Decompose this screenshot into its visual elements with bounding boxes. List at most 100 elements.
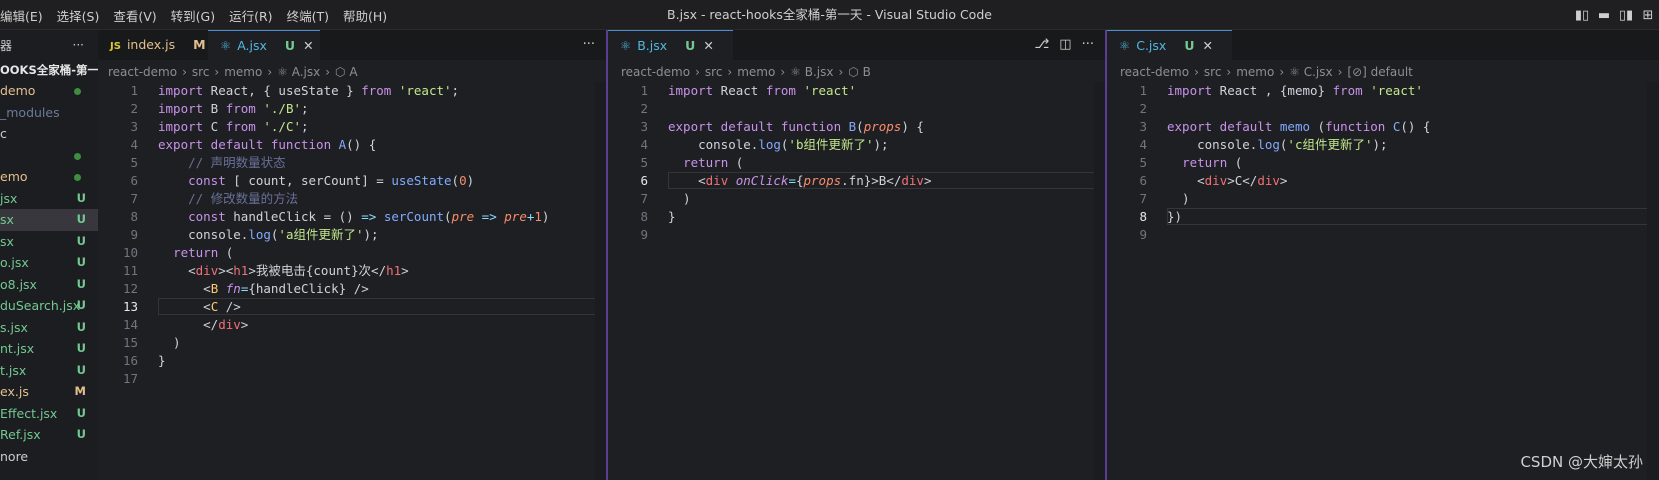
tab-label: B.jsx [637,38,668,53]
code-line: console.log('c组件更新了'); [1167,137,1388,152]
breadcrumb-item[interactable]: [⊘] default [1347,65,1412,79]
chevron-right-icon: › [695,65,700,79]
menu-item[interactable]: 转到(G) [171,6,215,25]
breadcrumb-item[interactable]: memo [1236,65,1274,79]
tree-item[interactable]: o8.jsx U [0,274,98,296]
code-line: <div><h1>我被电击{count}次</h1> [158,263,409,278]
more-actions-icon[interactable]: ··· [1082,37,1094,52]
menu-item[interactable]: 选择(S) [57,6,100,25]
breadcrumb-item[interactable]: ⬡ B [848,65,871,79]
file-tree: demo _modules c emo jsx Usx Usx Uo.jsx Uo8.jsx Ud… [0,80,98,467]
breadcrumb-item[interactable]: src [192,65,210,79]
tree-item-label: nore [0,448,29,464]
tree-item[interactable]: sx U [0,209,98,231]
tab-label: C.jsx [1136,38,1167,53]
tree-item-label: _modules [0,104,60,120]
git-status-badge: U [76,276,86,291]
breadcrumb-item[interactable]: react-demo [621,65,690,79]
editor-actions: ⎇ ◫ ··· [1024,30,1094,60]
tree-item-label: c [0,126,7,141]
close-icon[interactable]: ✕ [303,38,313,53]
project-root[interactable]: OOKS全家桶-第一天 [0,60,98,80]
line-number: 9 [130,227,138,242]
line-number: 10 [122,245,138,260]
code-line: ) [158,335,181,350]
vertical-scrollbar[interactable] [1647,82,1659,480]
tree-item[interactable]: t.jsx U [0,360,98,382]
tree-item[interactable]: duSearch.jsx U [0,295,98,317]
line-number: 5 [130,155,138,170]
git-status-badge: U [76,298,86,312]
line-number: 11 [122,263,138,278]
breadcrumb-item[interactable]: memo [224,65,262,79]
breadcrumb-item[interactable]: react-demo [108,65,177,79]
breadcrumb: react-demo › src › memo › ⚛ C.jsx › [⊘] default [1120,62,1413,82]
code-line: const [ count, serCount] = useState(0) [188,173,475,188]
tab-bar: JS index.js M ⚛ A.jsx U ✕ ··· [98,30,607,60]
explorer-sidebar: 器 ··· OOKS全家桶-第一天 demo _modulesc emo jsx Usx… [0,30,98,480]
menu-item[interactable]: 终端(T) [287,6,329,25]
breadcrumb-item[interactable]: ⚛ A.jsx [277,65,320,79]
editor-pane-c: ⚛ C.jsx U ✕ react-demo › src › memo › ⚛ C.jsx › [⊘] … [1107,30,1659,480]
code-line: export default function A() { [158,137,377,152]
tree-item[interactable]: Effect.jsx U [0,403,98,425]
code-line: </div> [158,317,249,332]
watermark: CSDN @大婶太孙 [1520,453,1643,471]
code-line: <B fn={handleClick} /> [158,281,369,296]
breadcrumb-item[interactable]: ⬡ A [335,65,358,79]
toggle-sidebar-icon[interactable]: ▮▯ [1571,8,1593,23]
open-changes-icon[interactable]: ⎇ [1034,37,1049,52]
chevron-right-icon: › [1337,65,1343,79]
editor-tab[interactable]: ⚛ B.jsx U ✕ [608,30,733,60]
menu-item[interactable]: 编辑(E) [0,6,43,25]
breadcrumb-item[interactable]: src [705,65,723,79]
close-icon[interactable]: ✕ [703,38,713,53]
tree-item[interactable]: _modules [0,102,98,124]
line-number: 5 [1139,155,1147,170]
line-number: 15 [122,335,138,350]
code-line: ) [1167,191,1190,206]
git-status-badge: U [76,319,86,334]
tree-item[interactable]: jsx U [0,188,98,210]
more-actions-icon[interactable]: ··· [73,38,84,52]
breadcrumb-item[interactable]: src [1204,65,1222,79]
breadcrumb: react-demo › src › memo › ⚛ B.jsx › ⬡ B [621,62,871,82]
chevron-right-icon: › [780,65,786,79]
menu-item[interactable]: 帮助(H) [343,6,387,25]
tree-item[interactable]: sx U [0,231,98,253]
code-line: <C /> [158,299,241,314]
split-editor-icon[interactable]: ◫ [1059,37,1071,52]
toggle-secondary-sidebar-icon[interactable]: ▯▮ [1615,8,1637,23]
breadcrumb-item[interactable]: memo [737,65,775,79]
more-actions-icon[interactable]: ··· [583,37,595,52]
tree-item[interactable] [0,145,98,167]
tree-item[interactable]: o.jsx U [0,252,98,274]
tree-item-label: Ref.jsx [0,427,41,442]
tree-item[interactable]: demo [0,80,98,102]
menu-item[interactable]: 运行(R) [229,6,272,25]
editor-tab[interactable]: JS index.js M [98,30,208,60]
tree-item[interactable]: Ref.jsx U [0,424,98,446]
tree-item[interactable]: nore [0,446,98,468]
editor-tab[interactable]: ⚛ A.jsx U ✕ [208,30,320,60]
editor-tab[interactable]: ⚛ C.jsx U ✕ [1107,30,1232,60]
breadcrumb-item[interactable]: ⚛ B.jsx [790,65,833,79]
tree-item-label: sx [0,212,14,227]
editor-pane-a: JS index.js M ⚛ A.jsx U ✕ ··· react-demo › src › mem… [98,30,607,480]
menu-bar: 编辑(E) 选择(S) 查看(V) 转到(G) 运行(R) 终端(T) 帮助(H) [0,0,401,30]
tree-item[interactable]: s.jsx U [0,317,98,339]
tree-item[interactable]: emo [0,166,98,188]
tree-item[interactable]: nt.jsx U [0,338,98,360]
code-line: return ( [683,155,744,170]
customize-layout-icon[interactable]: ⊞ [1637,8,1659,23]
close-icon[interactable]: ✕ [1202,38,1212,53]
tree-item[interactable]: c [0,123,98,145]
tree-item[interactable]: ex.js M [0,381,98,403]
breadcrumb-item[interactable]: react-demo [1120,65,1189,79]
line-number: 13 [122,299,138,314]
breadcrumb-item[interactable]: ⚛ C.jsx [1289,65,1332,79]
menu-item[interactable]: 查看(V) [113,6,156,25]
tree-item-label: demo [0,83,36,98]
chevron-right-icon: › [838,65,844,79]
toggle-panel-icon[interactable]: ▬ [1593,8,1615,23]
